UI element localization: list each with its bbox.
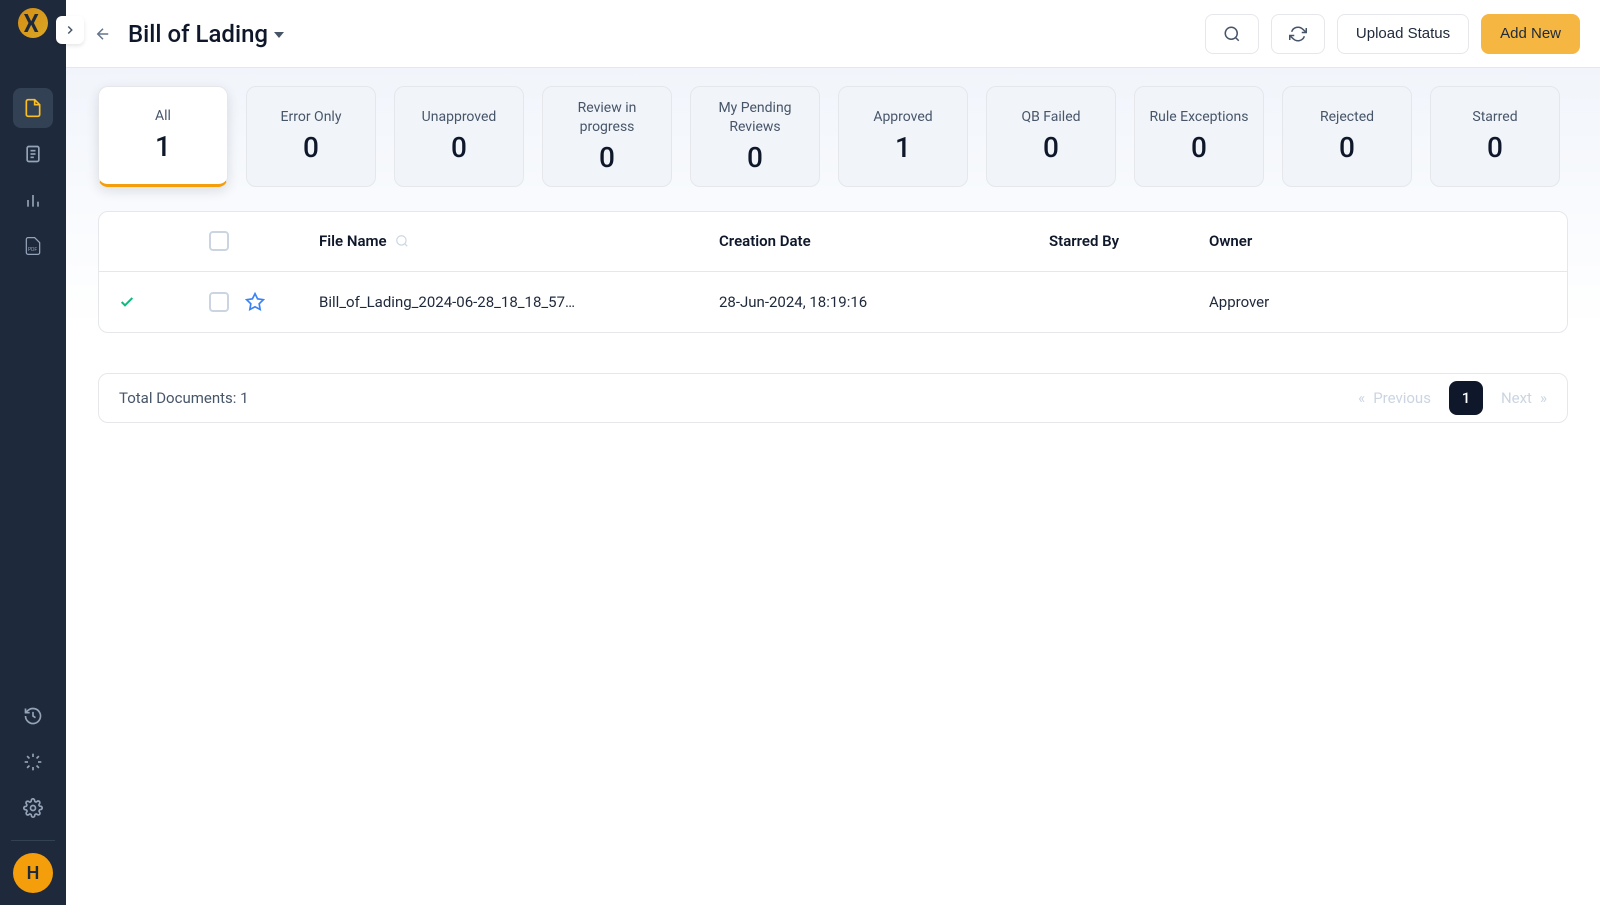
filter-label: Review in progress (551, 99, 663, 137)
history-icon (23, 706, 43, 726)
app-logo (18, 8, 48, 38)
filter-label: Rejected (1320, 108, 1374, 127)
content-area: All1Error Only0Unapproved0Review in prog… (66, 68, 1600, 905)
pagination-next[interactable]: Next » (1501, 389, 1547, 407)
bar-chart-icon (23, 190, 43, 210)
filename-search-icon[interactable] (395, 234, 409, 248)
filter-card-approved[interactable]: Approved 1 (838, 86, 968, 187)
sidebar: PDF H (0, 0, 66, 905)
nav-divider (11, 840, 55, 841)
filter-card-unapproved[interactable]: Unapproved 0 (394, 86, 524, 187)
svg-text:PDF: PDF (28, 247, 37, 253)
pagination-prev[interactable]: « Previous (1358, 389, 1431, 407)
filter-count: 0 (1191, 131, 1207, 164)
sidebar-expand-toggle[interactable] (56, 16, 84, 44)
filter-card-review-in-progress[interactable]: Review in progress 0 (542, 86, 672, 187)
filter-count: 0 (1487, 131, 1503, 164)
nav-history[interactable] (13, 696, 53, 736)
select-all-checkbox[interactable] (209, 231, 229, 251)
filter-label: Error Only (281, 108, 342, 127)
user-avatar[interactable]: H (13, 853, 53, 893)
filter-label: Approved (873, 108, 932, 127)
filter-card-starred[interactable]: Starred 0 (1430, 86, 1560, 187)
column-header-creation-date[interactable]: Creation Date (719, 232, 1049, 250)
filter-label: My Pending Reviews (699, 99, 811, 137)
nav-list-bottom: H (0, 696, 66, 893)
total-documents-label: Total Documents: 1 (119, 389, 249, 407)
pdf-icon: PDF (23, 236, 43, 256)
filter-count: 1 (895, 131, 911, 164)
nav-loading[interactable] (13, 742, 53, 782)
filter-card-my-pending-reviews[interactable]: My Pending Reviews 0 (690, 86, 820, 187)
clipboard-icon (23, 144, 43, 164)
chevron-double-left-icon: « (1358, 389, 1365, 407)
table-row[interactable]: Bill_of_Lading_2024-06-28_18_18_57…28-Ju… (99, 272, 1567, 332)
filter-count: 0 (1339, 131, 1355, 164)
page-title-dropdown[interactable]: Bill of Lading (128, 20, 284, 48)
filter-label: Rule Exceptions (1150, 108, 1249, 127)
nav-analytics[interactable] (13, 180, 53, 220)
column-header-owner[interactable]: Owner (1209, 232, 1547, 250)
refresh-icon (1289, 25, 1307, 43)
search-icon (1223, 25, 1241, 43)
row-filename: Bill_of_Lading_2024-06-28_18_18_57… (319, 293, 719, 311)
page-title-text: Bill of Lading (128, 20, 268, 48)
search-icon (395, 234, 409, 248)
chevron-right-icon (63, 23, 77, 37)
filter-count: 0 (747, 141, 763, 174)
filter-card-rejected[interactable]: Rejected 0 (1282, 86, 1412, 187)
main-area: Bill of Lading Upload Status Add New All… (66, 0, 1600, 905)
filter-label: All (155, 107, 171, 126)
pagination-current-page[interactable]: 1 (1449, 381, 1483, 415)
column-header-starred-by[interactable]: Starred By (1049, 232, 1209, 250)
nav-list-top: PDF (0, 88, 66, 266)
filter-label: Unapproved (422, 108, 497, 127)
table-header: File Name Creation Date Starred By Owner (99, 212, 1567, 272)
nav-settings[interactable] (13, 788, 53, 828)
nav-clipboard[interactable] (13, 134, 53, 174)
back-button[interactable] (94, 25, 112, 43)
filter-count: 1 (155, 130, 171, 163)
row-checkbox[interactable] (209, 292, 229, 312)
table-footer: Total Documents: 1 « Previous 1 Next » (98, 373, 1568, 423)
refresh-button[interactable] (1271, 14, 1325, 54)
filter-count: 0 (303, 131, 319, 164)
filter-count: 0 (1043, 131, 1059, 164)
gear-icon (23, 798, 43, 818)
row-owner: Approver (1209, 293, 1547, 311)
chevron-double-right-icon: » (1540, 389, 1547, 407)
check-icon (119, 294, 135, 310)
upload-status-button[interactable]: Upload Status (1337, 14, 1469, 54)
filter-label: QB Failed (1021, 108, 1080, 127)
filter-cards: All1Error Only0Unapproved0Review in prog… (98, 86, 1568, 187)
row-creation-date: 28-Jun-2024, 18:19:16 (719, 293, 1049, 311)
filter-card-rule-exceptions[interactable]: Rule Exceptions 0 (1134, 86, 1264, 187)
topbar: Bill of Lading Upload Status Add New (66, 0, 1600, 68)
caret-down-icon (274, 32, 284, 38)
row-status-icon (119, 294, 209, 310)
document-icon (23, 98, 43, 118)
nav-documents[interactable] (13, 88, 53, 128)
add-new-button[interactable]: Add New (1481, 14, 1580, 54)
filter-count: 0 (599, 141, 615, 174)
filter-label: Starred (1472, 108, 1517, 127)
filter-count: 0 (451, 131, 467, 164)
arrow-left-icon (94, 25, 112, 43)
nav-pdf[interactable]: PDF (13, 226, 53, 266)
spinner-icon (23, 752, 43, 772)
filter-card-all[interactable]: All 1 (98, 86, 228, 187)
filter-card-qb-failed[interactable]: QB Failed 0 (986, 86, 1116, 187)
pagination: « Previous 1 Next » (1358, 381, 1547, 415)
column-header-filename[interactable]: File Name (319, 232, 719, 250)
topbar-actions: Upload Status Add New (1205, 14, 1580, 54)
row-star-toggle[interactable] (245, 292, 265, 312)
search-button[interactable] (1205, 14, 1259, 54)
star-icon (245, 292, 265, 312)
filter-card-error-only[interactable]: Error Only 0 (246, 86, 376, 187)
documents-table: File Name Creation Date Starred By Owner… (98, 211, 1568, 333)
